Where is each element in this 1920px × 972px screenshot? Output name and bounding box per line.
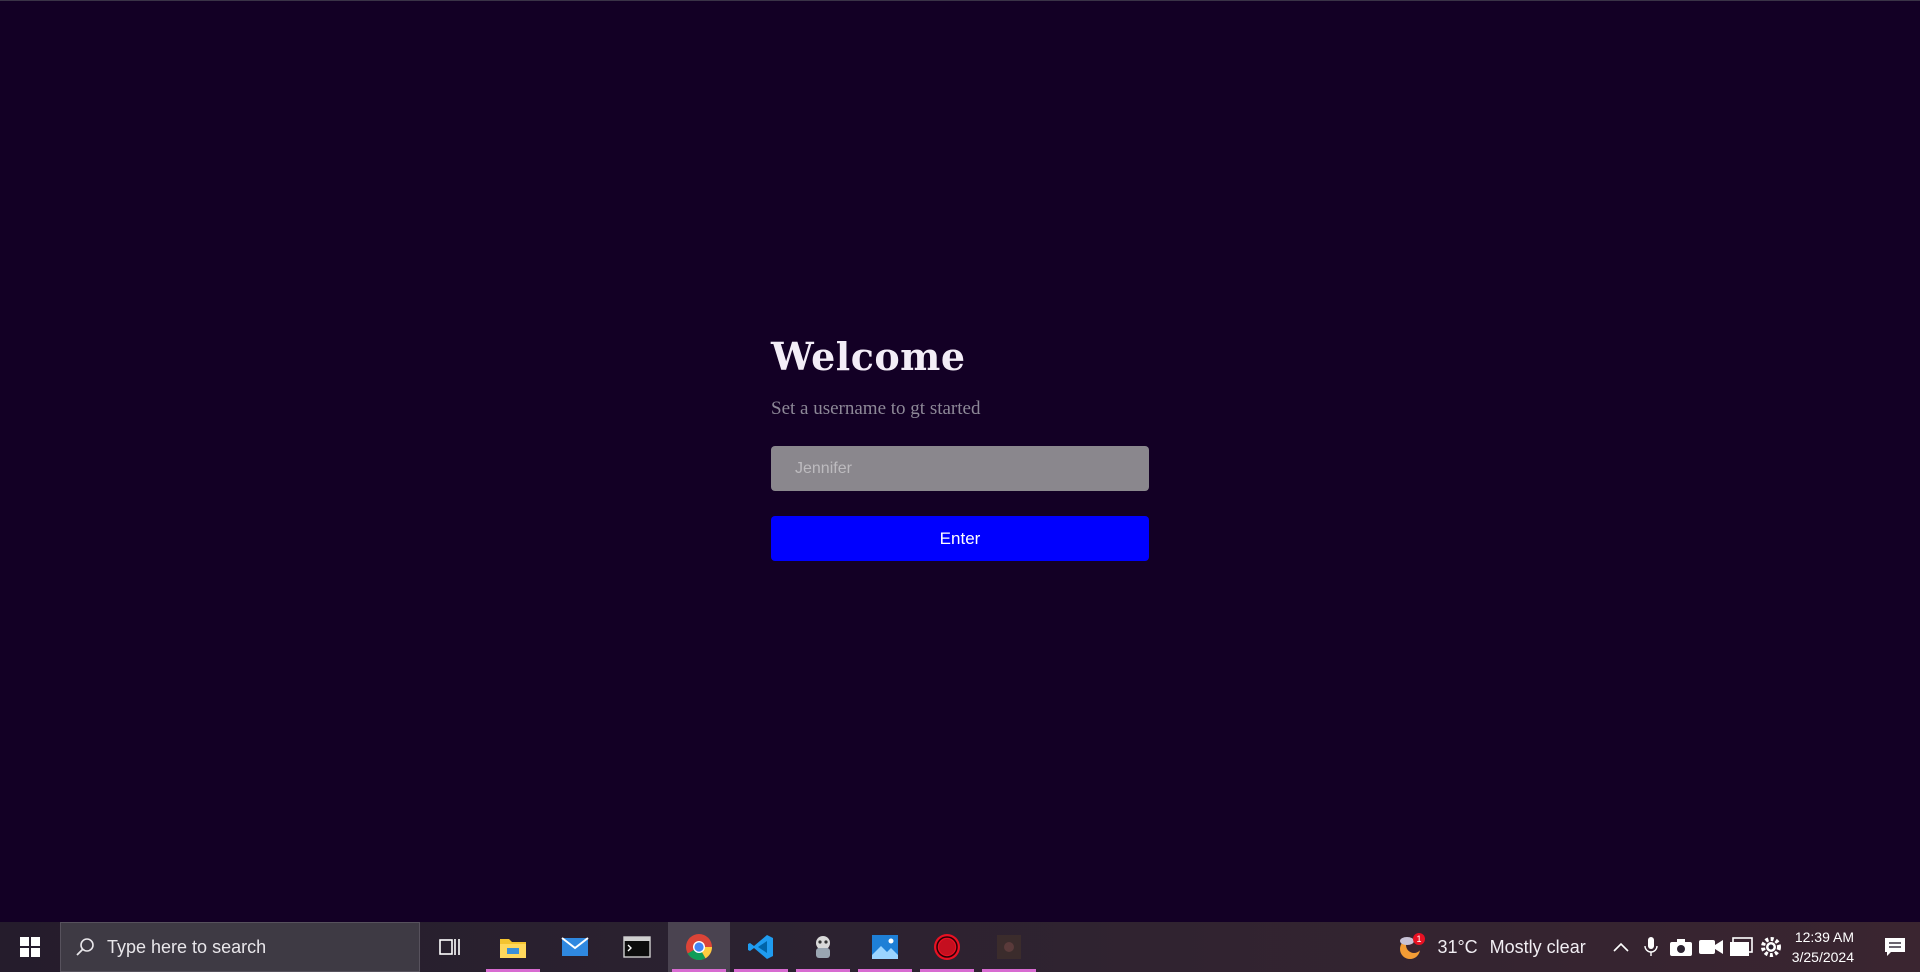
vscode-icon <box>748 935 773 959</box>
weather-condition: Mostly clear <box>1489 936 1586 957</box>
taskbar-file-explorer[interactable] <box>482 922 544 972</box>
microphone-button[interactable] <box>1636 922 1666 972</box>
task-view-button[interactable] <box>420 922 482 972</box>
microphone-icon <box>1644 937 1658 956</box>
settings-button[interactable] <box>1756 922 1786 972</box>
weather-widget[interactable]: 1 31°C Mostly clear <box>1397 932 1586 962</box>
taskbar-terminal[interactable] <box>606 922 668 972</box>
window-capture-button[interactable] <box>1726 922 1756 972</box>
chevron-up-icon <box>1613 942 1629 952</box>
weather-temperature: 31°C <box>1437 936 1478 957</box>
app-page: Welcome Set a username to gt started Ent… <box>0 0 1920 922</box>
photos-icon <box>872 935 898 959</box>
taskbar: Type here to search 1 31°C Mostly clear … <box>0 922 1920 972</box>
weather-badge: 1 <box>1417 934 1422 944</box>
taskbar-app[interactable] <box>792 922 854 972</box>
taskbar-clock[interactable]: 12:39 AM 3/25/2024 <box>1792 927 1854 967</box>
notification-icon <box>1885 938 1905 956</box>
clock-time: 12:39 AM <box>1794 929 1854 945</box>
search-icon <box>76 938 94 956</box>
taskbar-media[interactable] <box>978 922 1040 972</box>
record-icon <box>934 934 960 960</box>
notification-center-button[interactable] <box>1870 922 1920 972</box>
taskbar-mail[interactable] <box>544 922 606 972</box>
app-icon <box>816 936 830 958</box>
welcome-card: Welcome Set a username to gt started Ent… <box>771 331 1149 561</box>
terminal-icon <box>623 936 651 958</box>
file-explorer-icon <box>500 939 526 958</box>
video-capture-button[interactable] <box>1696 922 1726 972</box>
task-view-icon <box>439 939 460 955</box>
start-button[interactable] <box>0 922 60 972</box>
enter-button[interactable]: Enter <box>771 516 1149 561</box>
chrome-icon <box>686 934 713 961</box>
camera-icon <box>1669 939 1692 956</box>
search-placeholder: Type here to search <box>107 936 267 957</box>
gear-icon <box>1760 937 1781 957</box>
taskbar-chrome[interactable] <box>668 922 730 972</box>
weather-moon-icon: 1 <box>1400 933 1426 959</box>
window-icon <box>1729 937 1753 956</box>
page-subtitle: Set a username to gt started <box>771 398 981 419</box>
taskbar-search-box[interactable]: Type here to search <box>60 922 420 972</box>
clock-date: 3/25/2024 <box>1791 949 1854 965</box>
show-hidden-icons-button[interactable] <box>1606 922 1636 972</box>
page-title: Welcome <box>771 334 966 379</box>
video-camera-icon <box>1698 940 1723 954</box>
system-tray: 1 31°C Mostly clear 12:39 AM 3/25/2024 <box>1397 922 1920 972</box>
mail-icon <box>561 937 589 956</box>
media-icon <box>997 935 1021 959</box>
username-input[interactable] <box>771 446 1149 491</box>
taskbar-photos[interactable] <box>854 922 916 972</box>
taskbar-vscode[interactable] <box>730 922 792 972</box>
taskbar-recorder[interactable] <box>916 922 978 972</box>
screen-capture-button[interactable] <box>1666 922 1696 972</box>
windows-logo-icon <box>20 937 40 957</box>
